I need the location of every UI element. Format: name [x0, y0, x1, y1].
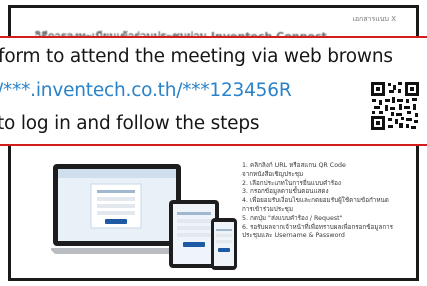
- attachment-label: เอกสารแนบ X: [352, 15, 396, 23]
- banner-url-line[interactable]: /***.inventech.co.th/***123456R: [0, 80, 292, 101]
- banner-line-1: form to attend the meeting via web brown…: [0, 46, 393, 67]
- step-item: จากหนังสือเชิญประชุม: [242, 170, 304, 178]
- device-mockup-illustration: [51, 164, 237, 270]
- device-illustration-area: 1. คลิกลิงก์ URL หรือสแกน QR Code จากหนั…: [41, 156, 421, 281]
- step-item: 6. รอรับผลจากเจ้าหน้าที่เพื่อทราบผลเพื่อ…: [242, 223, 394, 231]
- qr-code-icon[interactable]: [371, 82, 419, 130]
- step-item: 1. คลิกลิงก์ URL หรือสแกน QR Code: [242, 162, 346, 169]
- step-item: 4. เพื่อยอมรับเงื่อนไขและกดยอมรับผู้ใช้ต…: [242, 197, 389, 205]
- step-item: 5. กดปุ่ม "ส่งแบบคำร้อง / Request": [242, 214, 343, 222]
- instruction-banner: form to attend the meeting via web brown…: [0, 36, 427, 146]
- step-item: 3. กรอกข้อมูลตามขั้นตอนแสดง: [242, 188, 329, 196]
- banner-line-3: to log in and follow the steps: [0, 113, 260, 134]
- step-item: การเข้าร่วมประชุม: [242, 205, 293, 213]
- step-item: ประชุมและ Username & Password: [242, 232, 345, 240]
- instruction-steps: 1. คลิกลิงก์ URL หรือสแกน QR Code จากหนั…: [242, 162, 422, 241]
